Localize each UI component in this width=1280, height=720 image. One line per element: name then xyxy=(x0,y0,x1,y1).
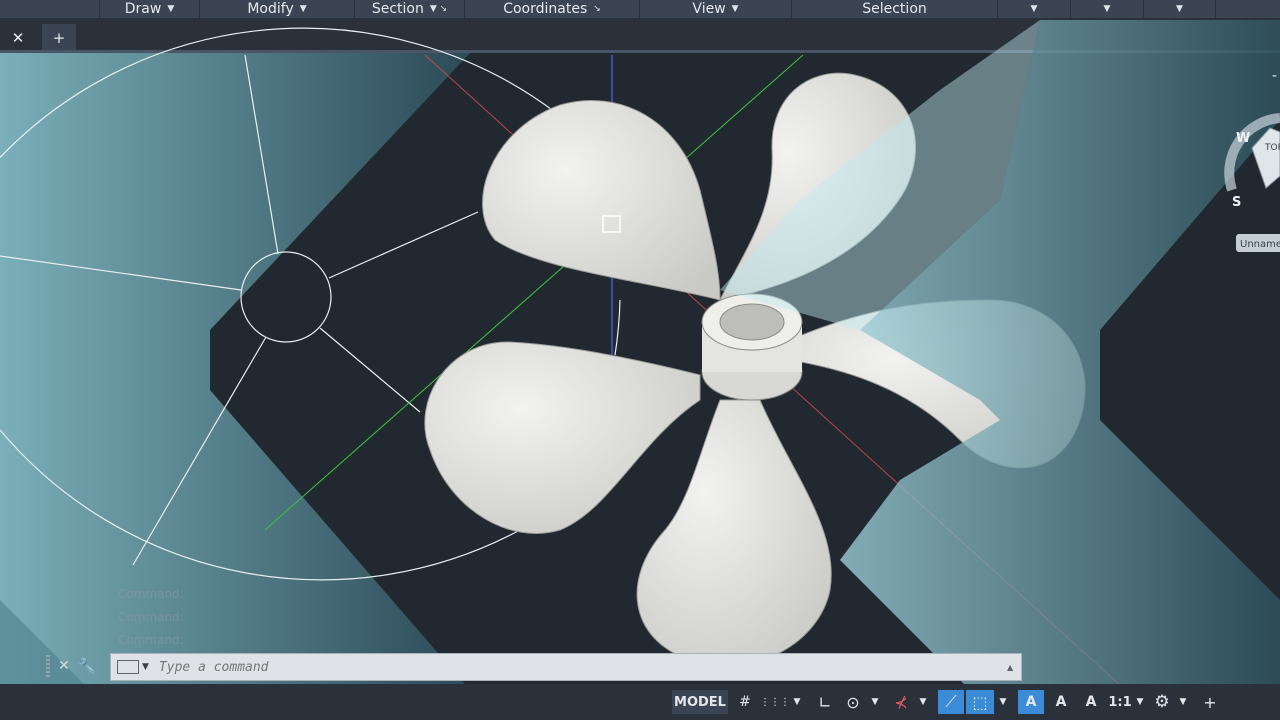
recent-commands-icon[interactable] xyxy=(117,660,139,674)
grid-toggle-icon[interactable]: # xyxy=(734,690,756,714)
ortho-toggle-icon[interactable]: ∟ xyxy=(814,690,836,714)
command-line[interactable]: ▼ ▲ xyxy=(110,653,1022,681)
viewcube-top-label: TOP xyxy=(1264,143,1280,153)
object-snap-icon[interactable]: ⊀ xyxy=(890,690,912,714)
annotation-visibility-icon[interactable]: A xyxy=(1018,690,1044,714)
chevron-down-icon[interactable]: ▼ xyxy=(916,690,930,714)
command-input[interactable] xyxy=(156,658,1007,676)
viewport-menu-dot[interactable]: - xyxy=(1272,68,1277,84)
wcs-label: Unnamed xyxy=(1240,239,1280,250)
polar-tracking-icon[interactable]: ⊙ xyxy=(842,690,864,714)
command-history-line: Command: xyxy=(118,633,184,647)
command-history: Command: Command: Command: xyxy=(118,583,184,652)
auto-scale-icon[interactable]: A xyxy=(1048,690,1074,714)
chevron-down-icon[interactable]: ▼ xyxy=(1134,690,1146,714)
chevron-down-icon[interactable]: ▼ xyxy=(790,690,804,714)
compass-south-label: S xyxy=(1232,195,1241,210)
chevron-down-icon[interactable]: ▼ xyxy=(996,690,1010,714)
chevron-down-icon[interactable]: ▼ xyxy=(868,690,882,714)
scroll-up-icon[interactable]: ▲ xyxy=(1007,663,1017,672)
compass-west-label: W xyxy=(1236,131,1250,146)
command-history-line: Command: xyxy=(118,610,184,624)
add-workspace-icon[interactable]: + xyxy=(1200,690,1220,714)
lineweight-toggle-icon[interactable]: ⟋ xyxy=(938,690,964,714)
gear-icon[interactable]: ⚙ xyxy=(1150,690,1174,714)
drawing-canvas[interactable]: TOP W S Unnamed - xyxy=(0,0,1280,720)
chevron-down-icon[interactable]: ▼ xyxy=(142,662,149,672)
command-line-controls: ✕ 🔧 xyxy=(46,655,96,677)
snap-toggle-icon[interactable]: ⋮⋮⋮ xyxy=(760,690,790,714)
command-history-line: Command: xyxy=(118,587,184,601)
fan-hub-bore xyxy=(719,303,785,341)
drag-handle[interactable] xyxy=(46,655,50,677)
customize-wrench-icon[interactable]: 🔧 xyxy=(78,657,97,675)
model-space-button[interactable]: MODEL xyxy=(672,690,728,714)
chevron-down-icon[interactable]: ▼ xyxy=(1176,690,1190,714)
transparency-toggle-icon[interactable]: ⬚ xyxy=(966,690,994,714)
close-icon[interactable]: ✕ xyxy=(58,658,70,674)
annotation-scale-icon[interactable]: A xyxy=(1078,690,1104,714)
scale-label[interactable]: 1:1 xyxy=(1106,690,1134,714)
